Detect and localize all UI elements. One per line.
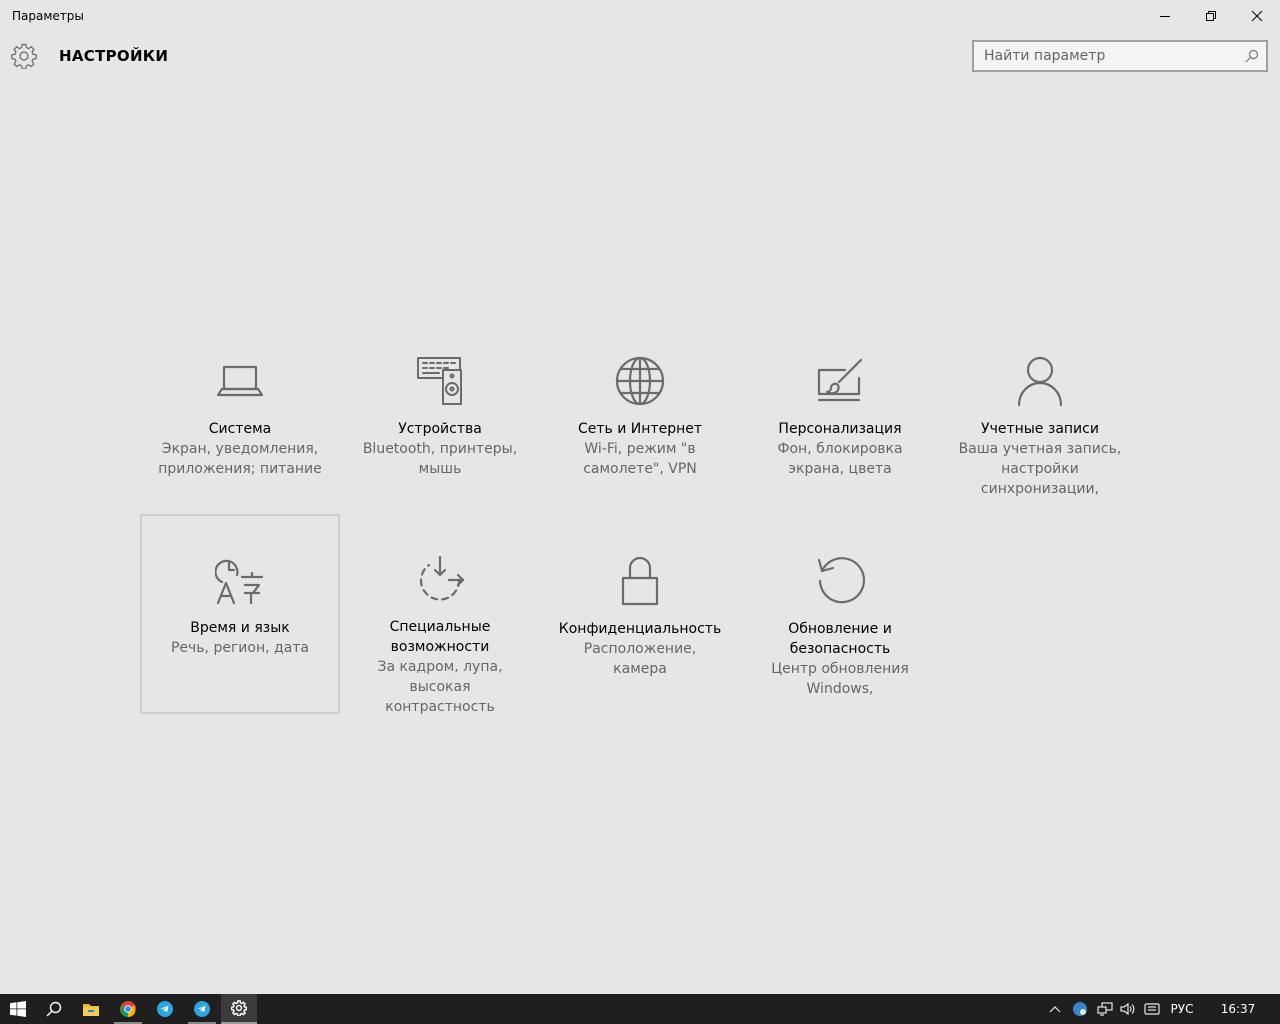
category-description: Экран, уведомления, приложения; питание [158, 441, 322, 477]
category-privacy[interactable]: Конфиденциальность Расположение, камера [540, 515, 740, 715]
category-network[interactable]: Сеть и Интернет Wi-Fi, режим "в самолете… [540, 315, 740, 515]
taskbar-search-button[interactable] [36, 994, 72, 1024]
category-name: Устройства [398, 421, 482, 437]
settings-icon [231, 1000, 247, 1016]
person-icon [1014, 355, 1066, 407]
lock-icon [614, 555, 666, 607]
category-description: Bluetooth, принтеры, мышь [362, 441, 518, 477]
category-description: Речь, регион, дата [170, 640, 310, 656]
category-name: Система [208, 421, 272, 437]
keyboard-icon [1144, 1003, 1160, 1015]
page-title: НАСТРОЙКИ [59, 47, 169, 65]
category-name: Время и язык [190, 620, 290, 636]
taskbar-chrome[interactable] [110, 994, 146, 1024]
tray-app[interactable] [1068, 994, 1092, 1024]
category-ease-of-access[interactable]: Специальные возможности За кадром, лупа,… [340, 515, 540, 715]
category-name: Учетные записи [981, 421, 1099, 437]
window-controls [1142, 0, 1280, 32]
close-icon [1251, 10, 1263, 22]
devices-icon [414, 355, 466, 407]
category-devices[interactable]: Устройства Bluetooth, принтеры, мышь [340, 315, 540, 515]
category-time-language[interactable]: Время и язык Речь, регион, дата [140, 514, 340, 714]
category-description: Расположение, камера [583, 641, 697, 677]
gear-icon [11, 43, 37, 70]
restore-button[interactable] [1188, 0, 1234, 32]
category-name: Сеть и Интернет [578, 421, 702, 437]
search-icon[interactable] [1240, 44, 1264, 68]
category-description: За кадром, лупа, высокая контрастность [377, 659, 503, 715]
tray-language[interactable]: РУС [1164, 994, 1200, 1024]
windows-start-icon [10, 1001, 26, 1017]
category-name: Конфиденциальность [558, 621, 722, 637]
telegram-icon [157, 1001, 173, 1017]
search-box[interactable] [972, 40, 1268, 72]
category-name: Обновление и безопасность [788, 621, 892, 657]
chrome-icon [120, 1001, 136, 1017]
file-explorer-icon [83, 1004, 99, 1016]
category-accounts[interactable]: Учетные записи Ваша учетная запись, наст… [940, 315, 1140, 515]
taskbar-file-explorer[interactable] [73, 994, 109, 1024]
close-button[interactable] [1234, 0, 1280, 32]
settings-header: НАСТРОЙКИ [0, 40, 1280, 72]
category-description: Центр обновления Windows, [771, 661, 909, 697]
network-icon [1097, 1002, 1113, 1016]
category-system[interactable]: Система Экран, уведомления, приложения; … [140, 315, 340, 515]
search-input[interactable] [974, 48, 1240, 64]
tray-show-hidden[interactable] [1044, 994, 1066, 1024]
taskbar: РУС 16:37 [0, 994, 1280, 1024]
volume-icon [1120, 1002, 1135, 1016]
title-bar: Параметры [0, 0, 1280, 32]
chevron-up-icon [1049, 1006, 1061, 1013]
category-description: Wi-Fi, режим "в самолете", VPN [583, 441, 697, 477]
category-update-security[interactable]: Обновление и безопасность Центр обновлен… [740, 515, 940, 715]
telegram-icon [194, 1001, 210, 1017]
app-tray-icon [1073, 1002, 1087, 1016]
category-name: Персонализация [778, 421, 902, 437]
category-name: Специальные возможности [389, 619, 491, 655]
refresh-icon [814, 555, 866, 607]
taskbar-telegram-2[interactable] [184, 994, 220, 1024]
globe-icon [614, 355, 666, 407]
search-icon [46, 1001, 62, 1017]
tray-volume[interactable] [1117, 994, 1139, 1024]
restore-icon [1206, 11, 1216, 21]
start-button[interactable] [0, 994, 36, 1024]
category-description: Фон, блокировка экрана, цвета [777, 441, 903, 477]
window-title: Параметры [12, 9, 84, 23]
tray-network[interactable] [1094, 994, 1116, 1024]
taskbar-settings[interactable] [221, 994, 257, 1024]
category-personalization[interactable]: Персонализация Фон, блокировка экрана, ц… [740, 315, 940, 515]
tray-clock[interactable]: 16:37 [1212, 994, 1264, 1024]
time-language-icon [214, 554, 266, 606]
minimize-icon [1160, 16, 1170, 17]
tray-input-method[interactable] [1141, 994, 1163, 1024]
ease-of-access-icon [414, 555, 466, 605]
paint-icon [814, 355, 866, 407]
category-description: Ваша учетная запись, настройки синхрониз… [958, 441, 1122, 497]
minimize-button[interactable] [1142, 0, 1188, 32]
taskbar-telegram[interactable] [147, 994, 183, 1024]
laptop-icon [214, 355, 266, 407]
